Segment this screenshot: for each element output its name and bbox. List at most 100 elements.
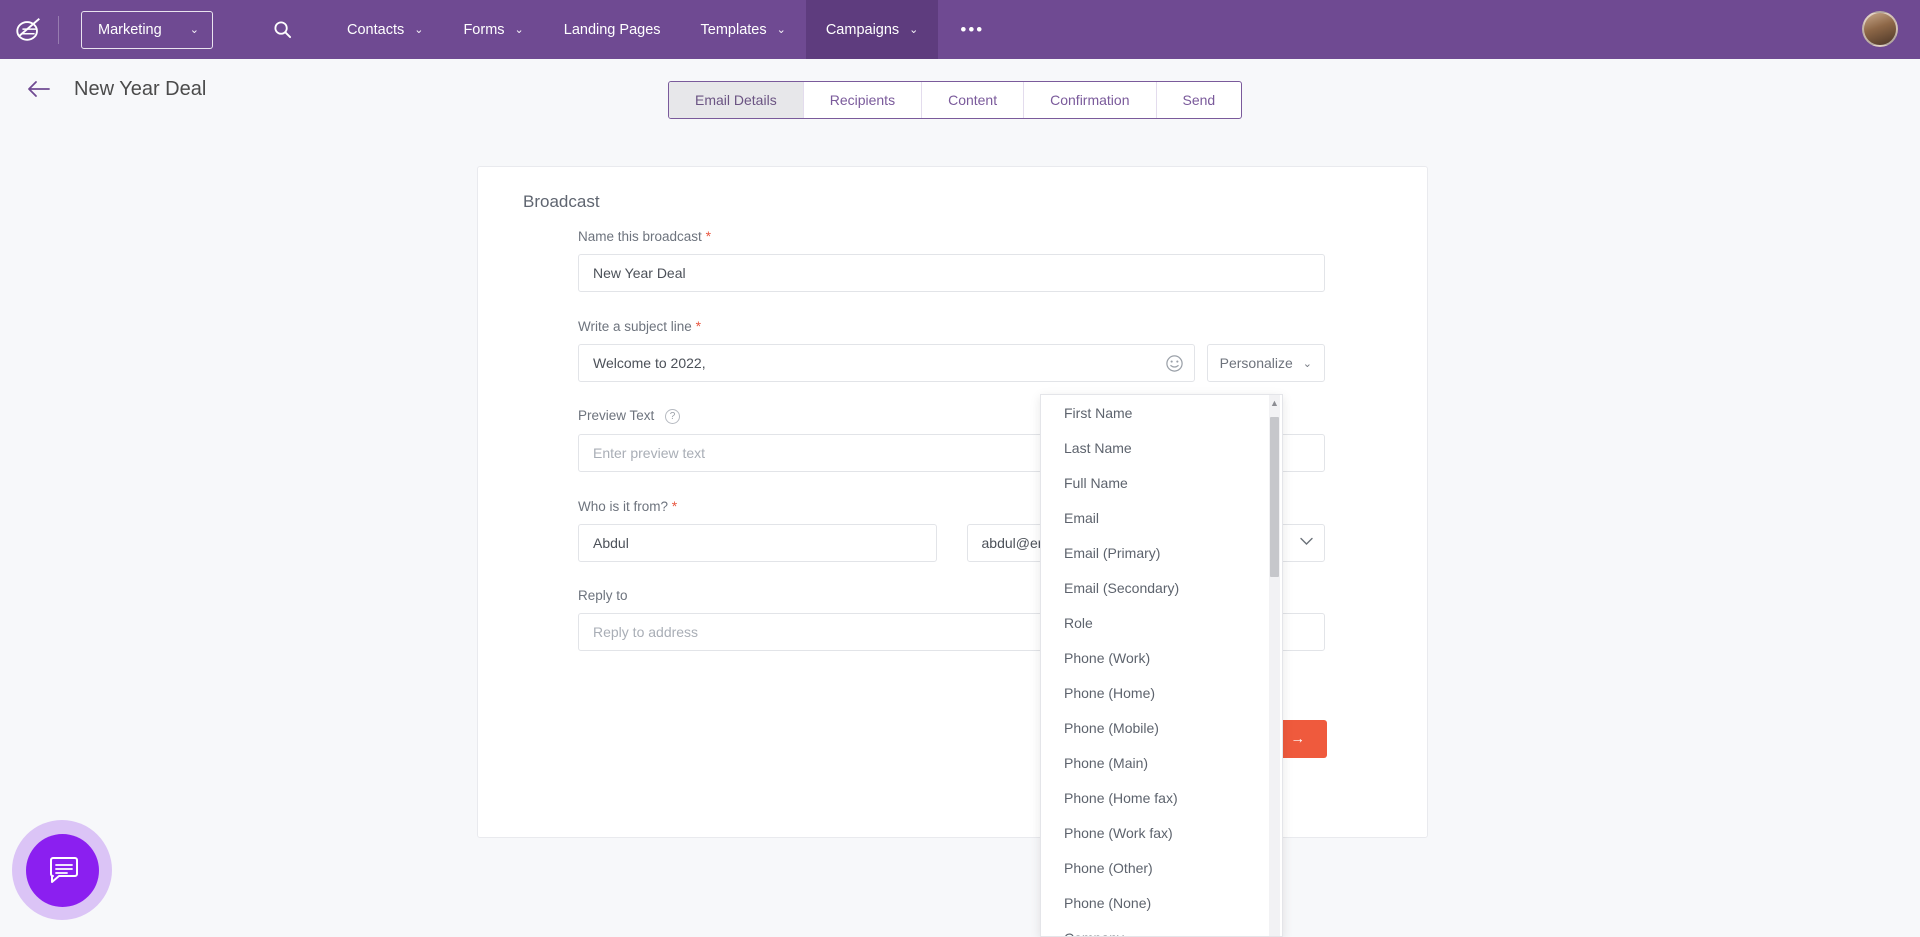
emoji-smiley-icon [1165,354,1184,373]
required-asterisk: * [706,228,711,244]
dropdown-item-first-name[interactable]: First Name [1041,395,1270,430]
dropdown-item-last-name[interactable]: Last Name [1041,430,1270,465]
dropdown-item-label: First Name [1064,405,1132,421]
nav-item-contacts[interactable]: Contacts ⌄ [327,0,443,59]
avatar[interactable] [1862,11,1898,47]
dropdown-item-phone-work-fax[interactable]: Phone (Work fax) [1041,815,1270,850]
nav-item-campaigns[interactable]: Campaigns ⌄ [806,0,939,59]
dropdown-item-label: Company [1064,930,1124,937]
nav-item-templates[interactable]: Templates ⌄ [681,0,806,59]
dropdown-item-phone-other[interactable]: Phone (Other) [1041,850,1270,885]
dropdown-item-phone-work[interactable]: Phone (Work) [1041,640,1270,675]
top-navigation-bar: Marketing ⌄ Contacts ⌄ Forms ⌄ Landing P… [0,0,1920,59]
chat-widget-inner [26,834,99,907]
dropdown-item-label: Full Name [1064,475,1128,491]
tab-confirmation[interactable]: Confirmation [1024,82,1156,118]
dropdown-item-label: Phone (Main) [1064,755,1148,771]
from-name-input[interactable] [578,524,937,562]
chevron-down-icon: ⌄ [1303,357,1312,370]
wizard-tabs: Email Details Recipients Content Confirm… [668,81,1242,119]
field-label-name: Name this broadcast * [578,228,1325,244]
tab-content[interactable]: Content [922,82,1024,118]
dropdown-item-label: Phone (Mobile) [1064,720,1159,736]
subject-input-group: Personalize ⌄ [578,344,1325,382]
label-text: Preview Text [578,408,654,423]
tab-label: Confirmation [1050,92,1129,108]
dropdown-item-role[interactable]: Role [1041,605,1270,640]
dropdown-item-full-name[interactable]: Full Name [1041,465,1270,500]
subject-input-wrapper [578,344,1195,382]
dropdown-item-company[interactable]: Company [1041,920,1270,936]
label-text: Name this broadcast [578,229,702,244]
chevron-down-icon: ⌄ [515,23,524,36]
chevron-down-icon: ⌄ [777,23,786,36]
dropdown-scrollbar-thumb[interactable] [1270,417,1279,577]
label-text: Who is it from? [578,499,668,514]
field-row-name: Name this broadcast * [578,228,1325,292]
broadcast-card: Broadcast Name this broadcast * Write a … [477,166,1428,838]
dropdown-item-phone-home[interactable]: Phone (Home) [1041,675,1270,710]
broadcast-name-input[interactable] [578,254,1325,292]
tab-email-details[interactable]: Email Details [669,82,804,118]
dropdown-item-email[interactable]: Email [1041,500,1270,535]
dropdown-scrollbar[interactable]: ▲ [1269,395,1280,936]
tab-send[interactable]: Send [1157,82,1242,118]
dropdown-item-label: Email (Secondary) [1064,580,1179,596]
chat-widget-button[interactable] [12,820,112,920]
personalize-button[interactable]: Personalize ⌄ [1207,344,1325,382]
from-email-value: abdul@en [982,535,1046,551]
nav-item-label: Campaigns [826,22,899,38]
dropdown-item-phone-none[interactable]: Phone (None) [1041,885,1270,920]
subject-line-input[interactable] [578,344,1195,382]
back-button[interactable] [24,74,54,104]
tab-label: Content [948,92,997,108]
feather-logo-icon [14,15,44,45]
from-name-wrapper [578,524,937,562]
label-text: Write a subject line [578,319,692,334]
dropdown-item-phone-main[interactable]: Phone (Main) [1041,745,1270,780]
dropdown-item-phone-home-fax[interactable]: Phone (Home fax) [1041,780,1270,815]
nav-item-label: Forms [463,22,504,38]
dropdown-item-label: Phone (Work) [1064,650,1150,666]
dropdown-item-email-primary[interactable]: Email (Primary) [1041,535,1270,570]
dropdown-item-label: Phone (Home fax) [1064,790,1178,806]
dropdown-item-label: Phone (Work fax) [1064,825,1173,841]
more-dots-icon: ••• [960,20,984,40]
tab-label: Send [1183,92,1216,108]
chevron-down-icon: ⌄ [909,23,918,36]
dropdown-item-label: Email (Primary) [1064,545,1160,561]
tab-label: Email Details [695,92,777,108]
tab-recipients[interactable]: Recipients [804,82,922,118]
help-question-icon[interactable]: ? [665,409,680,424]
chevron-down-icon: ⌄ [190,23,199,36]
search-button[interactable] [265,13,299,47]
dropdown-item-label: Role [1064,615,1093,631]
dropdown-item-label: Phone (None) [1064,895,1151,911]
nav-item-landing-pages[interactable]: Landing Pages [544,0,681,59]
required-asterisk: * [672,498,677,514]
nav-item-label: Templates [701,22,767,38]
dropdown-item-label: Phone (Home) [1064,685,1155,701]
chevron-down-icon: ⌄ [414,23,423,36]
dropdown-item-phone-mobile[interactable]: Phone (Mobile) [1041,710,1270,745]
back-arrow-icon [27,80,51,98]
required-asterisk: * [696,318,701,334]
nav-item-label: Landing Pages [564,22,661,38]
emoji-picker-button[interactable] [1164,353,1185,374]
dropdown-item-email-secondary[interactable]: Email (Secondary) [1041,570,1270,605]
nav-more-button[interactable]: ••• [938,0,1006,59]
dropdown-item-label: Phone (Other) [1064,860,1153,876]
field-row-subject: Write a subject line * [578,318,1325,382]
scroll-up-arrow-icon[interactable]: ▲ [1270,399,1279,408]
dropdown-item-label: Email [1064,510,1099,526]
brand-selector[interactable]: Marketing ⌄ [81,11,213,49]
nav-item-forms[interactable]: Forms ⌄ [443,0,543,59]
personalize-label: Personalize [1220,355,1293,371]
field-label-subject: Write a subject line * [578,318,1325,334]
search-icon [273,20,292,39]
dropdown-item-label: Last Name [1064,440,1132,456]
page-title: New Year Deal [74,78,206,101]
app-logo[interactable] [0,15,58,45]
nav-item-label: Contacts [347,22,404,38]
arrow-right-icon: → [1291,731,1306,747]
